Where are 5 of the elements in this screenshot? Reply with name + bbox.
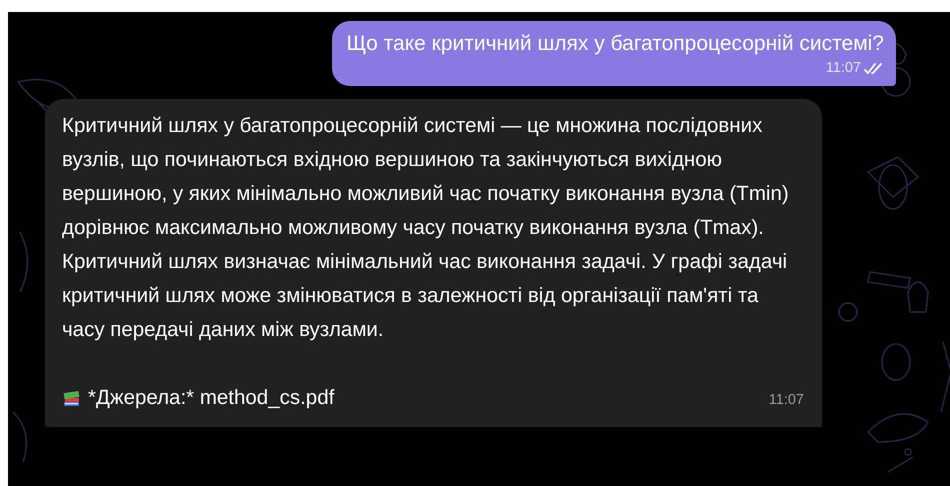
message-time: 11:07 (768, 390, 804, 410)
message-text: Що таке критичний шлях у багатопроцесорній системі? (346, 31, 884, 57)
message-time: 11:07 (826, 59, 861, 78)
message-text: Критичний шлях у багатопроцесорній системі — це множина послідовних вузлів, що починаються вхідною вершиною та закінчуються вихідною вершиною, у яких мінімально можливий час початку виконання вузла (Tmin) дорівнює максимально можливому часу початку виконання вузла (Tmax). Критичний шлях визначає мінімальний час виконання задачі. У графі задачі критичний шлях може змінюватися в залежності від організації пам'яті та часу передачі даних між вузлами. (62, 112, 790, 343)
source-text: *Джерела:* method_cs.pdf (88, 384, 334, 411)
